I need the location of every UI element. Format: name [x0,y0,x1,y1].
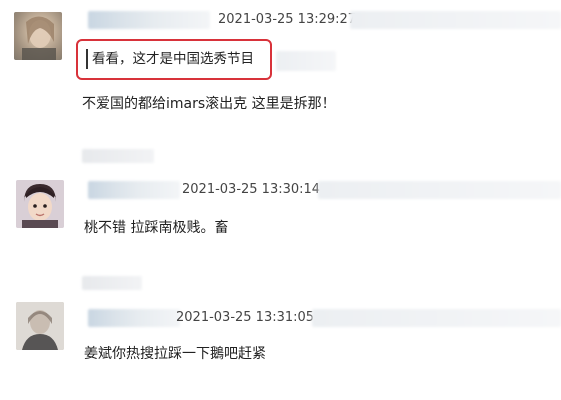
comment-timestamp: 2021-03-25 13:31:05 [176,310,315,325]
comment-item: 2021-03-25 13:29:27 看看，这才是中国选秀节目 不爱国的都给i… [0,0,561,140]
username-blurred [88,181,180,199]
avatar-photo [16,180,64,228]
comment-timestamp: 2021-03-25 13:29:27 [218,12,357,27]
avatar[interactable] [16,302,64,350]
blurred-meta [312,309,561,327]
blurred-meta [318,181,561,199]
comment-text: 看看，这才是中国选秀节目 [92,51,254,67]
blurred-content [276,51,336,71]
avatar-photo [16,302,64,350]
username-blurred [88,11,210,29]
avatar[interactable] [14,12,62,60]
comment-text: 姜斌你热搜拉踩一下鵝吧赶紧 [84,346,266,362]
reply-text: 不爱国的都给imars滚出克 这里是拆那！ [82,96,336,112]
text-cursor [86,49,88,69]
blurred-meta [350,11,561,29]
avatar[interactable] [16,180,64,228]
blurred-reply [82,276,142,290]
comment-timestamp: 2021-03-25 13:30:14 [182,182,321,197]
username-blurred [88,309,180,327]
blurred-reply [82,149,154,163]
comment-item: 2021-03-25 13:31:05 姜斌你热搜拉踩一下鵝吧赶紧 [0,292,561,400]
comment-item: 2021-03-25 13:30:14 桃不错 拉踩南极贱。畜 [0,170,561,280]
comment-text: 桃不错 拉踩南极贱。畜 [84,220,229,236]
avatar-photo [14,12,62,60]
